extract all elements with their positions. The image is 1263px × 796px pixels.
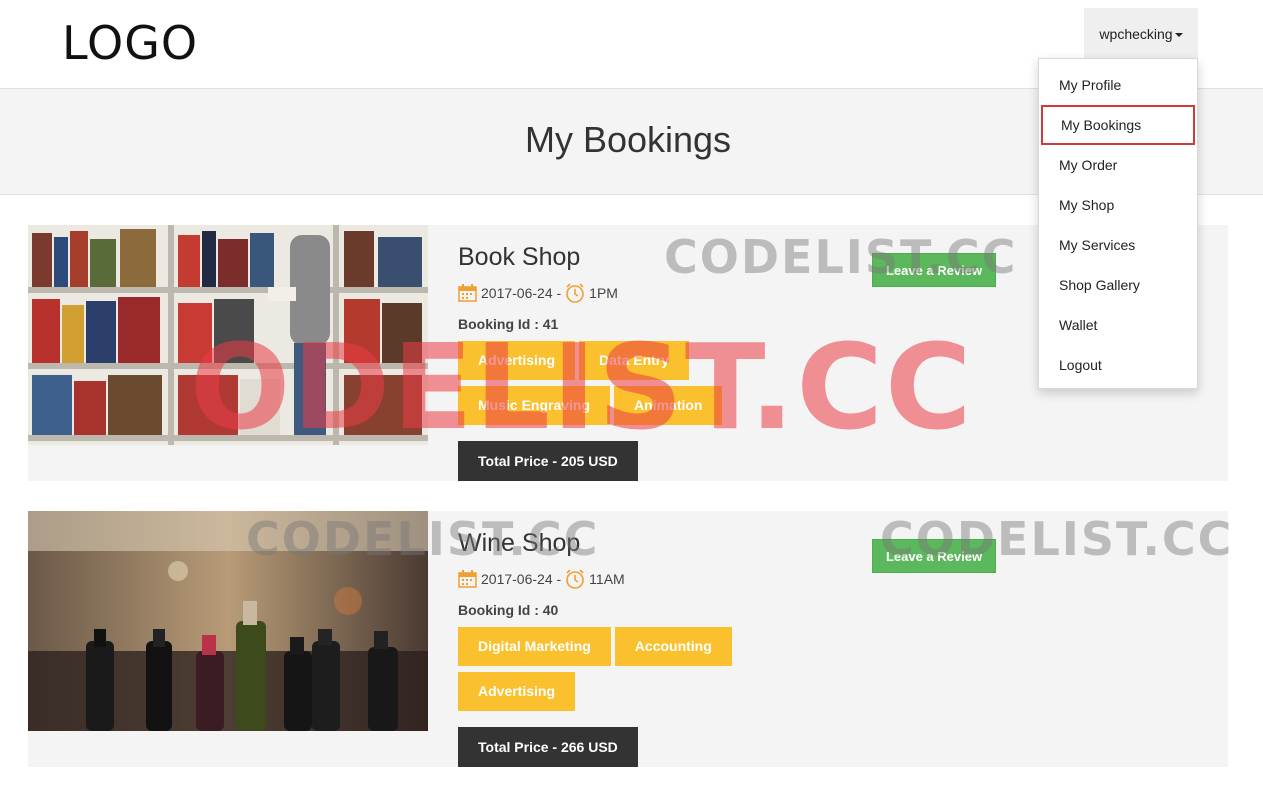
- booking-card: Wine Shop 2017-06-24 - 11AM Booking Id :…: [28, 511, 1228, 767]
- caret-down-icon: [1174, 32, 1183, 37]
- calendar-icon: [458, 570, 477, 588]
- total-price: Total Price - 266 USD: [458, 727, 638, 767]
- menu-item-my-services[interactable]: My Services: [1039, 225, 1197, 265]
- shop-name[interactable]: Wine Shop: [458, 529, 580, 558]
- service-tag: Data Entry: [579, 341, 690, 380]
- menu-item-my-bookings[interactable]: My Bookings: [1041, 105, 1195, 145]
- booking-date: 2017-06-24 -: [481, 571, 562, 587]
- service-tag: Animation: [614, 386, 723, 425]
- booking-time: 11AM: [589, 571, 625, 587]
- user-dropdown-menu: My Profile My Bookings My Order My Shop …: [1038, 58, 1198, 389]
- service-tag: Advertising: [458, 672, 576, 711]
- menu-item-my-shop[interactable]: My Shop: [1039, 185, 1197, 225]
- clock-icon: [565, 569, 585, 589]
- leave-review-button[interactable]: Leave a Review: [872, 539, 996, 573]
- service-tags: Advertising Data Entry Music Engraving A…: [458, 341, 758, 431]
- calendar-icon: [458, 284, 477, 302]
- service-tag: Advertising: [458, 341, 576, 380]
- menu-item-shop-gallery[interactable]: Shop Gallery: [1039, 265, 1197, 305]
- user-menu-toggle[interactable]: wpchecking: [1084, 8, 1198, 59]
- menu-item-wallet[interactable]: Wallet: [1039, 305, 1197, 345]
- total-price: Total Price - 205 USD: [458, 441, 638, 481]
- menu-item-logout[interactable]: Logout: [1039, 345, 1197, 385]
- booking-id: Booking Id : 40: [458, 602, 559, 618]
- booking-date: 2017-06-24 -: [481, 285, 562, 301]
- booking-id: Booking Id : 41: [458, 316, 559, 332]
- shop-image-wineshop: [28, 511, 428, 731]
- service-tag: Accounting: [614, 627, 732, 666]
- menu-item-my-order[interactable]: My Order: [1039, 145, 1197, 185]
- shop-image-bookshop: [28, 225, 428, 445]
- service-tag: Digital Marketing: [458, 627, 611, 666]
- leave-review-button[interactable]: Leave a Review: [872, 253, 996, 287]
- shop-name[interactable]: Book Shop: [458, 243, 580, 272]
- logo[interactable]: LOGO: [62, 16, 198, 70]
- username-label: wpchecking: [1099, 25, 1173, 42]
- menu-item-my-profile[interactable]: My Profile: [1039, 65, 1197, 105]
- service-tags: Digital Marketing Accounting Advertising: [458, 627, 758, 717]
- booking-time: 1PM: [589, 285, 618, 301]
- service-tag: Music Engraving: [458, 386, 611, 425]
- booking-datetime: 2017-06-24 - 11AM: [458, 569, 625, 589]
- clock-icon: [565, 283, 585, 303]
- booking-datetime: 2017-06-24 - 1PM: [458, 283, 618, 303]
